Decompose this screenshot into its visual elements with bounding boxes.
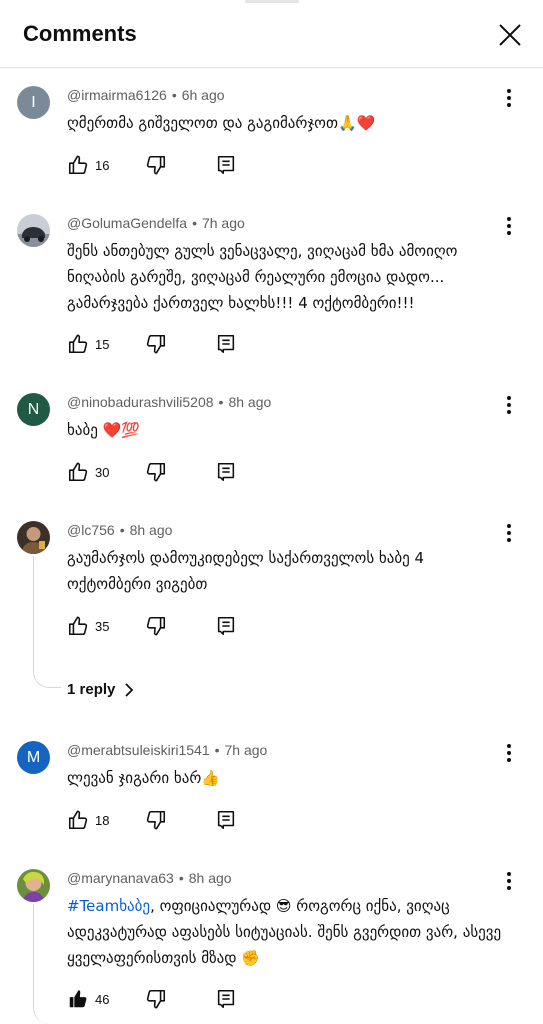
thumb-down-icon <box>146 810 166 830</box>
chevron-right-icon <box>125 682 134 697</box>
comment-author[interactable]: @GolumaGendelfa <box>67 215 187 231</box>
like-button[interactable]: 30 <box>67 460 109 484</box>
comment-text: #Teamხაბე, ოფიციალურად 😎 როგორც იქნა, ვი… <box>67 893 507 971</box>
comment-reply-icon <box>217 155 235 175</box>
more-vert-icon[interactable] <box>499 216 519 236</box>
comment-time: 6h ago <box>181 87 225 103</box>
avatar[interactable]: I <box>17 86 50 119</box>
like-count: 46 <box>95 991 110 1007</box>
reply-button[interactable] <box>215 460 237 484</box>
comment-time: 8h ago <box>188 870 232 886</box>
comment-reply-icon <box>217 989 235 1009</box>
avatar[interactable] <box>17 521 50 554</box>
comments-header: Comments <box>0 0 543 68</box>
more-vert-icon[interactable] <box>499 523 519 543</box>
thumb-up-icon <box>68 155 88 175</box>
view-replies-button[interactable]: 1 reply <box>67 681 135 698</box>
dislike-button[interactable] <box>145 460 167 484</box>
close-icon[interactable] <box>497 22 523 48</box>
comment-meta: @GolumaGendelfa • 7h ago <box>67 215 245 231</box>
like-button[interactable]: 15 <box>67 332 109 356</box>
like-count: 15 <box>95 336 110 352</box>
reply-button[interactable] <box>215 987 237 1011</box>
more-vert-icon[interactable] <box>499 871 519 891</box>
comment-reply-icon <box>217 334 235 354</box>
comment-text: ღმერთმა გიშველოთ და გაგიმარჯოთ🙏❤️ <box>67 114 376 132</box>
dislike-button[interactable] <box>145 332 167 356</box>
comment-author[interactable]: @merabtsuleiskiri1541 <box>67 742 210 758</box>
comment-reply-icon <box>217 616 235 636</box>
replies-count: 1 reply <box>67 681 116 698</box>
dislike-button[interactable] <box>145 153 167 177</box>
reply-thread-line <box>33 904 61 1024</box>
comment-time: 8h ago <box>129 522 173 538</box>
thumb-down-icon <box>146 989 166 1009</box>
comment-actions: 35 <box>67 614 267 638</box>
comment-author[interactable]: @marynanava63 <box>67 870 174 886</box>
like-button[interactable]: 35 <box>67 614 109 638</box>
reply-button[interactable] <box>215 332 237 356</box>
reply-button[interactable] <box>215 808 237 832</box>
more-vert-icon[interactable] <box>499 743 519 763</box>
more-vert-icon[interactable] <box>499 88 519 108</box>
comment-actions: 30 <box>67 460 267 484</box>
like-button[interactable]: 46 <box>67 987 109 1011</box>
like-count: 16 <box>95 157 110 173</box>
comment-meta: @irmairma6126 • 6h ago <box>67 87 225 103</box>
comment-actions: 18 <box>67 808 267 832</box>
comment-time: 7h ago <box>224 742 268 758</box>
thumb-down-icon <box>146 462 166 482</box>
thumb-down-icon <box>146 334 166 354</box>
hashtag-link[interactable]: #Teamხაბე <box>67 897 150 915</box>
comment-author[interactable]: @irmairma6126 <box>67 87 167 103</box>
thumb-down-icon <box>146 155 166 175</box>
panel-title: Comments <box>23 21 137 46</box>
like-count: 30 <box>95 464 110 480</box>
comment-text: შენს ანთებულ გულს ვენაცვალე, ვიღაცამ ხმა… <box>67 242 458 312</box>
comment-actions: 16 <box>67 153 267 177</box>
comment-text: ხაბე ❤️💯 <box>67 421 140 439</box>
comment-text: გაუმარჯოს დამოუკიდებელ საქართველოს ხაბე … <box>67 549 425 593</box>
thumb-up-icon <box>68 616 88 636</box>
comment-actions: 15 <box>67 332 267 356</box>
thumb-down-icon <box>146 616 166 636</box>
dislike-button[interactable] <box>145 808 167 832</box>
reply-button[interactable] <box>215 614 237 638</box>
comment-meta: @lc756 • 8h ago <box>67 522 173 538</box>
comment-reply-icon <box>217 462 235 482</box>
comment-meta: @ninobadurashvili5208 • 8h ago <box>67 394 272 410</box>
thumb-up-icon <box>68 334 88 354</box>
comment-time: 8h ago <box>228 394 272 410</box>
more-vert-icon[interactable] <box>499 395 519 415</box>
dislike-button[interactable] <box>145 614 167 638</box>
comment-author[interactable]: @lc756 <box>67 522 115 538</box>
thumb-up-filled-icon <box>69 990 87 1008</box>
like-button[interactable]: 18 <box>67 808 109 832</box>
thumb-up-icon <box>68 462 88 482</box>
avatar[interactable]: M <box>17 741 50 774</box>
dislike-button[interactable] <box>145 987 167 1011</box>
comment-author[interactable]: @ninobadurashvili5208 <box>67 394 214 410</box>
comment-text: ლევან ჯიგარი ხარ👍 <box>67 769 220 787</box>
avatar[interactable] <box>17 869 50 902</box>
reply-thread-line <box>33 556 61 688</box>
comment-meta: @marynanava63 • 8h ago <box>67 870 232 886</box>
comment-meta: @merabtsuleiskiri1541 • 7h ago <box>67 742 268 758</box>
avatar[interactable]: N <box>17 393 50 426</box>
like-button[interactable]: 16 <box>67 153 109 177</box>
like-count: 18 <box>95 812 110 828</box>
avatar[interactable] <box>17 214 50 247</box>
like-count: 35 <box>95 618 110 634</box>
comment-time: 7h ago <box>201 215 245 231</box>
comment-reply-icon <box>217 810 235 830</box>
comment-actions: 46 <box>67 987 267 1011</box>
reply-button[interactable] <box>215 153 237 177</box>
thumb-up-icon <box>68 810 88 830</box>
